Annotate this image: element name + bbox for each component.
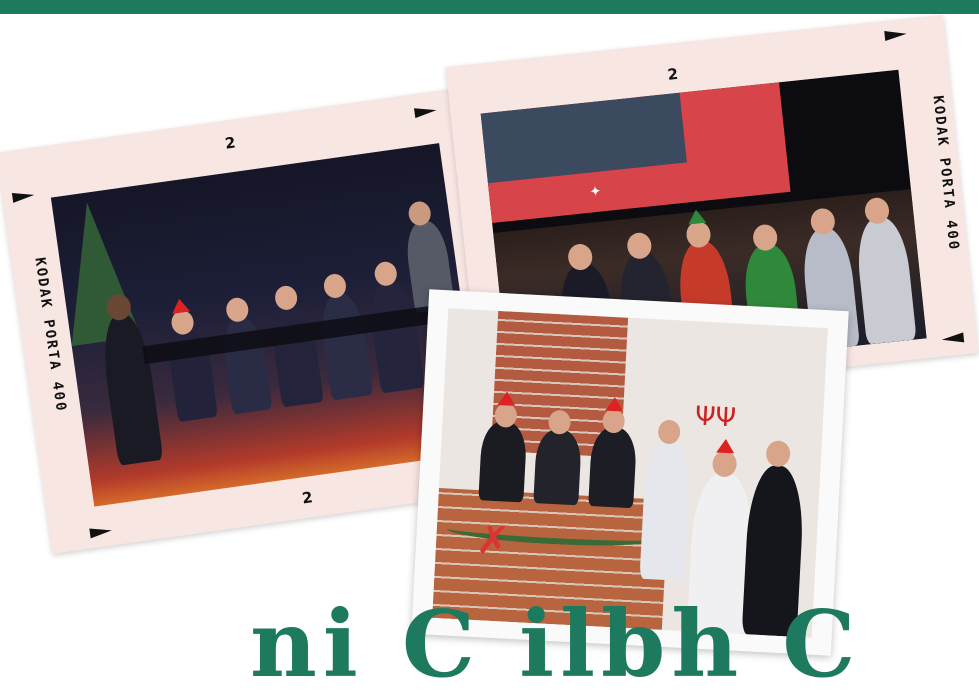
group-photo: ✗ ΨΨ [432, 308, 828, 638]
film-arrow-icon [884, 28, 908, 41]
top-banner [0, 0, 979, 14]
reindeer-antlers-icon: ΨΨ [694, 401, 737, 434]
conductor [97, 310, 164, 466]
bottom-heading-partial: ni C ilbh C [250, 590, 862, 698]
film-arrow-icon [11, 189, 36, 203]
band-member [317, 290, 374, 401]
film-brand-label: KODAK PORTA 400 [929, 94, 962, 253]
frame-number-top: 2 [666, 64, 679, 84]
projection-screen: ✦ [480, 82, 791, 224]
student [533, 428, 583, 506]
frame-number-top: 2 [223, 133, 237, 153]
frame-number-bottom: 2 [300, 488, 314, 508]
orchestra-photo [50, 143, 483, 507]
student [588, 425, 638, 509]
film-arrow-icon [413, 105, 438, 119]
band-member [268, 302, 324, 408]
ribbon-bow-icon: ✗ [475, 517, 511, 565]
film-arrow-icon [941, 332, 965, 345]
film-arrow-icon [89, 525, 113, 539]
student [478, 420, 528, 503]
student [639, 438, 692, 581]
